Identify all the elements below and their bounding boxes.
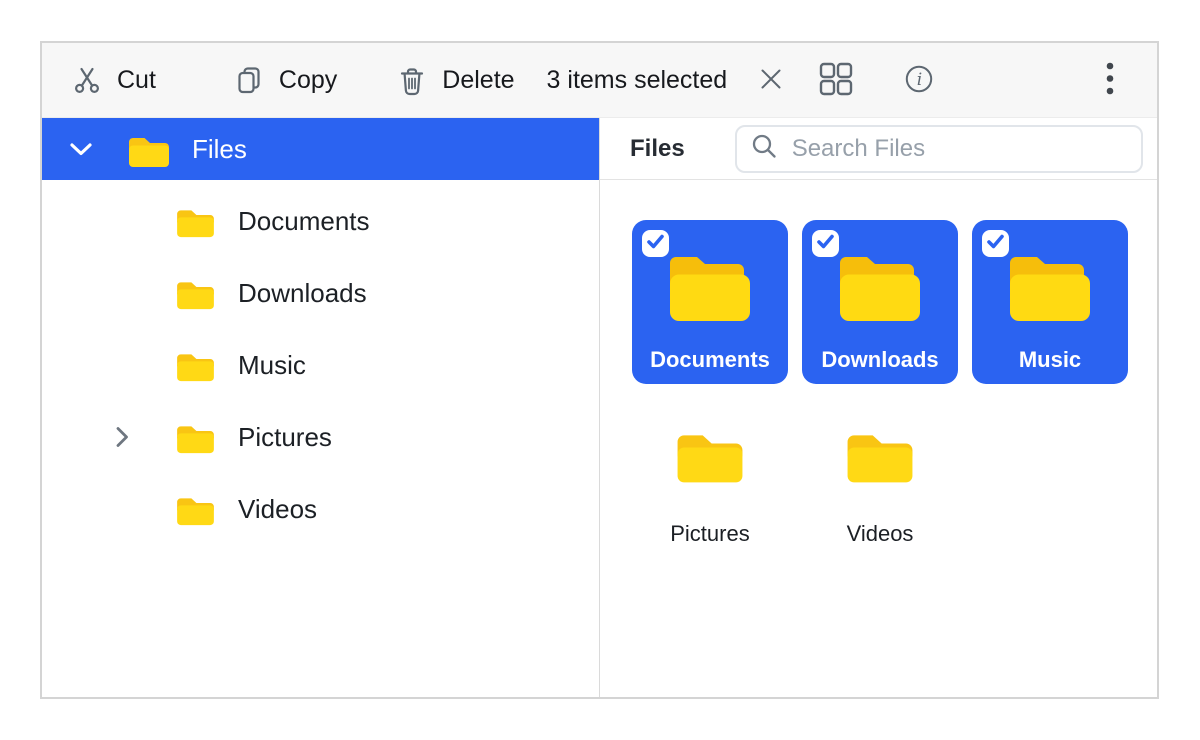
- cut-label: Cut: [117, 66, 156, 95]
- sidebar-item[interactable]: Documents: [42, 185, 599, 257]
- checkmark-icon: [985, 231, 1006, 257]
- sidebar-tree: Files: [42, 118, 600, 697]
- scissors-icon: [72, 65, 102, 95]
- closed-folder-icon: [674, 424, 746, 489]
- folder-tile[interactable]: Pictures: [632, 406, 788, 570]
- content-area: Files: [42, 118, 1157, 697]
- open-folder-icon: [1004, 249, 1096, 328]
- sidebar-item-label: Videos: [238, 494, 317, 525]
- search-icon: [750, 132, 778, 165]
- folder-icon: [175, 204, 216, 238]
- grid-view-button[interactable]: [819, 62, 853, 99]
- selection-status: 3 items selected: [547, 66, 728, 95]
- info-icon: i: [905, 65, 933, 96]
- folder-tile-selected[interactable]: Documents: [632, 220, 788, 384]
- svg-text:i: i: [917, 70, 922, 90]
- checkmark-icon: [645, 231, 666, 257]
- more-options-button[interactable]: [1105, 61, 1115, 100]
- open-folder-icon: [834, 249, 926, 328]
- file-manager-window: Cut Copy Delet: [40, 41, 1159, 699]
- sidebar-item-label: Pictures: [238, 422, 332, 453]
- info-button[interactable]: i: [905, 65, 933, 96]
- folder-icon: [127, 131, 171, 168]
- sidebar-item-label: Downloads: [238, 278, 367, 309]
- grid-view-icon: [819, 62, 853, 99]
- checkmark-icon: [815, 231, 836, 257]
- search-box[interactable]: [735, 125, 1143, 173]
- folder-tile-label: Videos: [847, 521, 914, 547]
- more-vertical-icon: [1105, 61, 1115, 100]
- main-panel: Files: [600, 118, 1157, 697]
- folder-tile-label: Music: [972, 347, 1128, 373]
- sidebar-item[interactable]: Pictures: [42, 401, 599, 473]
- folder-tile-selected[interactable]: Downloads: [802, 220, 958, 384]
- sidebar-children: Documents: [42, 180, 599, 545]
- copy-icon: [234, 65, 264, 95]
- toolbar: Cut Copy Delet: [42, 43, 1157, 118]
- search-input[interactable]: [790, 134, 1128, 164]
- copy-label: Copy: [279, 66, 337, 95]
- trash-icon: [397, 65, 427, 96]
- folder-icon: [175, 276, 216, 310]
- cut-button[interactable]: Cut: [72, 65, 156, 95]
- open-folder-icon: [664, 249, 756, 328]
- folder-icon: [175, 348, 216, 382]
- page-title: Files: [630, 135, 685, 163]
- folder-icon: [175, 420, 216, 454]
- folder-tile-label: Downloads: [802, 347, 958, 373]
- sidebar-item-label: Music: [238, 350, 306, 381]
- sidebar-item-label: Documents: [238, 206, 370, 237]
- main-header: Files: [600, 118, 1157, 180]
- sidebar-item[interactable]: Music: [42, 329, 599, 401]
- folder-tile-label: Documents: [632, 347, 788, 373]
- sidebar-item-files-root[interactable]: Files: [42, 118, 599, 180]
- folder-tile[interactable]: Videos: [802, 406, 958, 570]
- clear-selection-button[interactable]: [757, 65, 785, 96]
- chevron-right-icon[interactable]: [114, 425, 134, 449]
- sidebar-root-label: Files: [192, 134, 247, 165]
- closed-folder-icon: [844, 424, 916, 489]
- sidebar-item[interactable]: Videos: [42, 473, 599, 545]
- folder-grid: Documents: [600, 180, 1157, 570]
- delete-button[interactable]: Delete: [397, 65, 514, 96]
- folder-icon: [175, 492, 216, 526]
- folder-tile-selected[interactable]: Music: [972, 220, 1128, 384]
- delete-label: Delete: [442, 66, 514, 95]
- close-icon: [757, 65, 785, 96]
- chevron-down-icon[interactable]: [69, 142, 93, 157]
- copy-button[interactable]: Copy: [234, 65, 337, 95]
- sidebar-item[interactable]: Downloads: [42, 257, 599, 329]
- folder-tile-label: Pictures: [670, 521, 749, 547]
